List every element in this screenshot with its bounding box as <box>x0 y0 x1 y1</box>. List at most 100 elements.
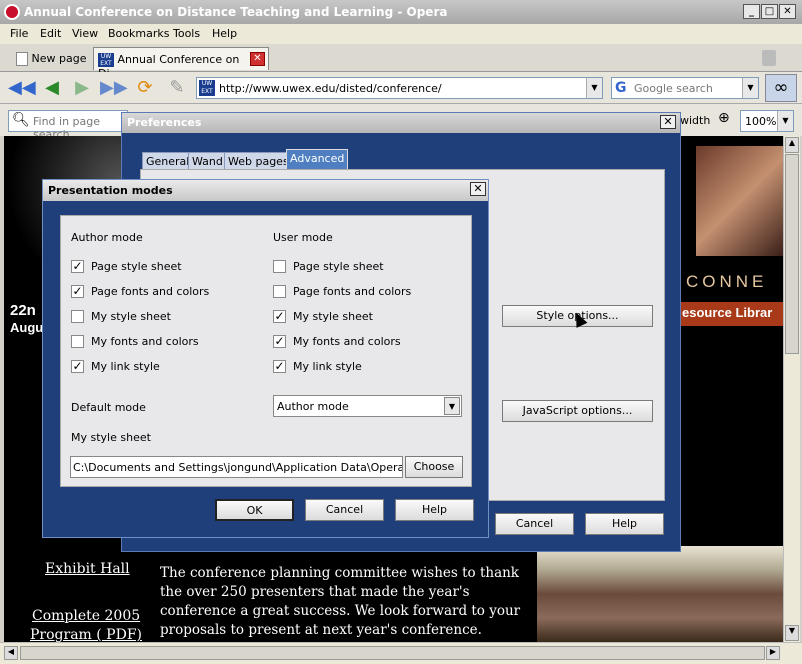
my-style-sheet-label: My style sheet <box>71 431 151 444</box>
find-input[interactable]: 🔍︎ Find in page search <box>8 110 128 141</box>
cancel-button[interactable]: Cancel <box>305 499 384 521</box>
uwex-favicon-icon: UW EXT <box>98 53 114 67</box>
new-page-icon <box>16 52 28 66</box>
tab-advanced[interactable]: Advanced <box>286 149 349 170</box>
author-checkbox[interactable] <box>71 335 84 348</box>
author-checkbox[interactable]: ✓ <box>71 285 84 298</box>
preferences-close-icon[interactable]: ✕ <box>660 115 676 129</box>
default-mode-label: Default mode <box>71 401 146 414</box>
author-checkbox[interactable] <box>71 310 84 323</box>
address-bar[interactable]: UW EXT http://www.uwex.edu/disted/confere… <box>196 77 603 99</box>
trash-icon[interactable] <box>762 50 776 66</box>
default-mode-dropdown-icon[interactable]: ▼ <box>444 397 460 415</box>
back-icon[interactable]: ◀ <box>40 76 64 100</box>
menu-edit[interactable]: Edit <box>40 27 61 40</box>
audience-photo <box>537 546 783 642</box>
default-mode-select[interactable]: Author mode ▼ <box>273 395 462 417</box>
connect-banner: CONNE <box>686 272 768 291</box>
preferences-cancel-button[interactable]: Cancel <box>495 513 574 535</box>
reload-icon[interactable]: ⟳ <box>133 76 157 100</box>
user-checkbox[interactable]: ✓ <box>273 360 286 373</box>
author-item-label: My style sheet <box>91 310 171 323</box>
site-badge-icon: UW EXT <box>199 80 215 96</box>
scroll-up-icon[interactable]: ▲ <box>785 137 799 153</box>
user-item-label: My fonts and colors <box>293 335 401 348</box>
preferences-title: Preferences <box>127 116 202 129</box>
user-item-label: Page style sheet <box>293 260 384 273</box>
menu-bookmarks[interactable]: Bookmarks <box>108 27 169 40</box>
user-mode-header: User mode <box>273 231 333 244</box>
width-label: width <box>680 114 711 127</box>
user-checkbox[interactable] <box>273 285 286 298</box>
horizontal-scrollbar[interactable]: ◀ ▶ <box>0 642 802 664</box>
tab-general[interactable]: General <box>142 152 194 170</box>
presentation-close-icon[interactable]: ✕ <box>470 182 486 196</box>
tab-wand[interactable]: Wand <box>188 152 227 170</box>
scroll-right-icon[interactable]: ▶ <box>766 646 780 660</box>
user-item-label: My link style <box>293 360 362 373</box>
scroll-thumb[interactable] <box>785 154 799 354</box>
default-mode-value: Author mode <box>277 400 349 413</box>
address-dropdown-icon[interactable]: ▼ <box>586 78 602 98</box>
user-item-label: My style sheet <box>293 310 373 323</box>
close-tab-icon[interactable]: ✕ <box>250 52 265 66</box>
fast-forward-icon[interactable]: ▶▶ <box>100 76 128 100</box>
forward-icon[interactable]: ▶ <box>70 76 94 100</box>
scroll-left-icon[interactable]: ◀ <box>4 646 18 660</box>
search-placeholder[interactable]: Google search <box>634 82 713 95</box>
edit-pencil-icon[interactable]: ✎ <box>165 76 189 100</box>
tab-web-pages[interactable]: Web pages <box>224 152 293 170</box>
thank-you-message: The conference planning committee wishes… <box>160 565 521 638</box>
exhibit-hall-link[interactable]: Exhibit Hall <box>45 561 130 577</box>
author-item-label: My link style <box>91 360 160 373</box>
style-sheet-path: C:\Documents and Settings\jongund\Applic… <box>73 461 402 474</box>
zoom-value: 100% <box>745 115 777 128</box>
tab-bar: New page UWEXT Annual Conference on Di..… <box>0 44 802 80</box>
address-url[interactable]: http://www.uwex.edu/disted/conference/ <box>219 82 442 95</box>
window-titlebar: Annual Conference on Distance Teaching a… <box>0 0 802 24</box>
resource-library-link[interactable]: esource Librar <box>680 302 783 326</box>
program-link[interactable]: Complete 2005 <box>32 608 140 624</box>
presentation-modes-title: Presentation modes <box>48 184 173 197</box>
menu-tools[interactable]: Tools <box>173 27 200 40</box>
presentation-modes-titlebar: Presentation modes <box>43 180 488 201</box>
menu-file[interactable]: File <box>10 27 28 40</box>
user-checkbox[interactable]: ✓ <box>273 335 286 348</box>
minimize-button[interactable]: _ <box>743 4 760 19</box>
user-checkbox[interactable] <box>273 260 286 273</box>
close-window-button[interactable]: ✕ <box>779 4 796 19</box>
search-box[interactable]: G Google search ▼ <box>611 77 759 99</box>
presentation-modes-dialog: Presentation modes ✕ Author mode User mo… <box>42 179 489 538</box>
choose-button[interactable]: Choose <box>405 456 463 478</box>
opera-logo-icon <box>4 4 20 20</box>
new-page-tab[interactable]: New page <box>12 47 92 70</box>
zoom-select[interactable]: 100% ▼ <box>740 110 794 132</box>
ok-button[interactable]: OK <box>215 499 294 521</box>
new-page-label: New page <box>31 52 87 65</box>
search-icon: 🔍︎ <box>12 112 30 128</box>
style-sheet-path-input[interactable]: C:\Documents and Settings\jongund\Applic… <box>70 456 403 478</box>
preferences-help-button[interactable]: Help <box>585 513 664 535</box>
tab-conference[interactable]: UWEXT Annual Conference on Di... ✕ <box>93 47 269 80</box>
rewind-icon[interactable]: ◀◀ <box>8 76 36 100</box>
navigation-bar: ◀◀ ◀ ▶ ▶▶ ⟳ ✎ UW EXT http://www.uwex.edu/… <box>0 72 802 104</box>
hscroll-thumb[interactable] <box>20 646 765 660</box>
menu-view[interactable]: View <box>72 27 98 40</box>
menu-help[interactable]: Help <box>212 27 237 40</box>
author-checkbox[interactable]: ✓ <box>71 260 84 273</box>
scroll-down-icon[interactable]: ▼ <box>785 625 799 641</box>
program-pdf-link[interactable]: Program ( PDF) <box>30 627 142 642</box>
vertical-scrollbar[interactable]: ▲ ▼ <box>783 136 800 642</box>
zoom-dropdown-icon[interactable]: ▼ <box>777 111 793 131</box>
javascript-options-button[interactable]: JavaScript options... <box>502 400 653 422</box>
help-button[interactable]: Help <box>395 499 474 521</box>
maximize-button[interactable]: □ <box>761 4 778 19</box>
zoom-icon[interactable]: ⊕ <box>718 110 730 126</box>
search-dropdown-icon[interactable]: ▼ <box>742 78 758 98</box>
glasses-icon[interactable]: ∞ <box>765 74 797 102</box>
window-title: Annual Conference on Distance Teaching a… <box>24 5 448 19</box>
speaker-photo <box>696 146 783 256</box>
user-checkbox[interactable]: ✓ <box>273 310 286 323</box>
author-checkbox[interactable]: ✓ <box>71 360 84 373</box>
user-item-label: Page fonts and colors <box>293 285 412 298</box>
